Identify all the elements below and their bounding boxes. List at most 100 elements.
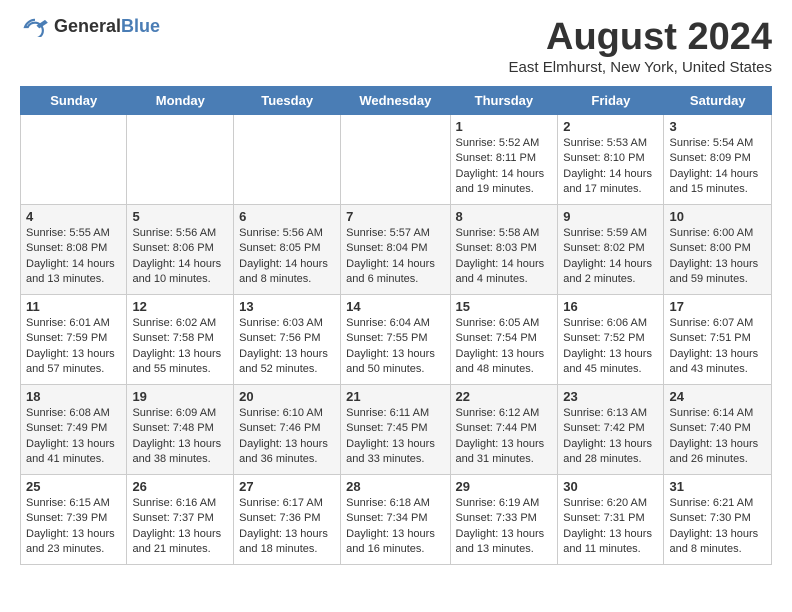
day-number: 26	[132, 479, 228, 494]
day-number: 24	[669, 389, 766, 404]
day-number: 14	[346, 299, 444, 314]
day-number: 2	[563, 119, 658, 134]
day-info: Sunrise: 5:57 AM Sunset: 8:04 PM Dayligh…	[346, 226, 444, 288]
day-info: Sunrise: 6:07 AM Sunset: 7:51 PM Dayligh…	[669, 316, 766, 378]
calendar-table: SundayMondayTuesdayWednesdayThursdayFrid…	[20, 86, 772, 565]
day-number: 25	[26, 479, 121, 494]
day-number: 5	[132, 209, 228, 224]
day-number: 28	[346, 479, 444, 494]
calendar-header-row: SundayMondayTuesdayWednesdayThursdayFrid…	[21, 87, 772, 115]
day-number: 19	[132, 389, 228, 404]
day-info: Sunrise: 6:21 AM Sunset: 7:30 PM Dayligh…	[669, 496, 766, 558]
calendar-week-row: 11 Sunrise: 6:01 AM Sunset: 7:59 PM Dayli…	[21, 295, 772, 385]
day-info: Sunrise: 6:01 AM Sunset: 7:59 PM Dayligh…	[26, 316, 121, 378]
calendar-cell: 12Sunrise: 6:02 AM Sunset: 7:58 PM Dayli…	[127, 295, 234, 385]
day-number: 10	[669, 209, 766, 224]
day-info: Sunrise: 6:05 AM Sunset: 7:54 PM Dayligh…	[456, 316, 553, 378]
day-info: Sunrise: 5:56 AM Sunset: 8:05 PM Dayligh…	[239, 226, 335, 288]
logo-blue-text: Blue	[121, 16, 160, 36]
day-info: Sunrise: 6:03 AM Sunset: 7:56 PM Dayligh…	[239, 316, 335, 378]
calendar-cell: 13 Sunrise: 6:03 AM Sunset: 7:56 PM Dayli…	[234, 295, 341, 385]
day-info: Sunrise: 5:58 AM Sunset: 8:03 PM Dayligh…	[456, 226, 553, 288]
calendar-cell: 3 Sunrise: 5:54 AM Sunset: 8:09 PM Daylig…	[664, 115, 772, 205]
day-info: Sunrise: 5:56 AM Sunset: 8:06 PM Dayligh…	[132, 226, 228, 288]
calendar-cell: 15Sunrise: 6:05 AM Sunset: 7:54 PM Dayli…	[450, 295, 558, 385]
day-info: Sunrise: 5:59 AM Sunset: 8:02 PM Dayligh…	[563, 226, 658, 288]
day-info: Sunrise: 6:00 AM Sunset: 8:00 PM Dayligh…	[669, 226, 766, 288]
day-number: 3	[669, 119, 766, 134]
day-info: Sunrise: 5:53 AM Sunset: 8:10 PM Dayligh…	[563, 136, 658, 198]
day-number: 1	[456, 119, 553, 134]
day-info: Sunrise: 6:18 AM Sunset: 7:34 PM Dayligh…	[346, 496, 444, 558]
day-number: 16	[563, 299, 658, 314]
calendar-cell: 4 Sunrise: 5:55 AM Sunset: 8:08 PM Daylig…	[21, 205, 127, 295]
calendar-cell: 10 Sunrise: 6:00 AM Sunset: 8:00 PM Dayli…	[664, 205, 772, 295]
calendar-cell: 5 Sunrise: 5:56 AM Sunset: 8:06 PM Daylig…	[127, 205, 234, 295]
day-info: Sunrise: 6:08 AM Sunset: 7:49 PM Dayligh…	[26, 406, 121, 468]
day-number: 4	[26, 209, 121, 224]
day-number: 20	[239, 389, 335, 404]
calendar-week-row: 18Sunrise: 6:08 AM Sunset: 7:49 PM Dayli…	[21, 385, 772, 475]
column-header-wednesday: Wednesday	[341, 87, 450, 115]
calendar-cell	[21, 115, 127, 205]
calendar-cell	[127, 115, 234, 205]
calendar-cell: 22 Sunrise: 6:12 AM Sunset: 7:44 PM Dayli…	[450, 385, 558, 475]
day-number: 8	[456, 209, 553, 224]
calendar-cell: 30 Sunrise: 6:20 AM Sunset: 7:31 PM Dayli…	[558, 475, 664, 565]
column-header-sunday: Sunday	[21, 87, 127, 115]
day-info: Sunrise: 6:09 AM Sunset: 7:48 PM Dayligh…	[132, 406, 228, 468]
column-header-tuesday: Tuesday	[234, 87, 341, 115]
column-header-thursday: Thursday	[450, 87, 558, 115]
calendar-cell: 2 Sunrise: 5:53 AM Sunset: 8:10 PM Daylig…	[558, 115, 664, 205]
day-number: 29	[456, 479, 553, 494]
day-number: 7	[346, 209, 444, 224]
column-header-monday: Monday	[127, 87, 234, 115]
calendar-cell: 21Sunrise: 6:11 AM Sunset: 7:45 PM Dayli…	[341, 385, 450, 475]
day-number: 27	[239, 479, 335, 494]
day-info: Sunrise: 6:16 AM Sunset: 7:37 PM Dayligh…	[132, 496, 228, 558]
calendar-cell: 6 Sunrise: 5:56 AM Sunset: 8:05 PM Daylig…	[234, 205, 341, 295]
calendar-week-row: 4 Sunrise: 5:55 AM Sunset: 8:08 PM Daylig…	[21, 205, 772, 295]
day-info: Sunrise: 6:04 AM Sunset: 7:55 PM Dayligh…	[346, 316, 444, 378]
day-number: 11	[26, 299, 121, 314]
calendar-cell	[234, 115, 341, 205]
day-info: Sunrise: 6:17 AM Sunset: 7:36 PM Dayligh…	[239, 496, 335, 558]
calendar-cell: 27 Sunrise: 6:17 AM Sunset: 7:36 PM Dayli…	[234, 475, 341, 565]
day-number: 17	[669, 299, 766, 314]
day-number: 30	[563, 479, 658, 494]
day-number: 23	[563, 389, 658, 404]
calendar-cell: 18Sunrise: 6:08 AM Sunset: 7:49 PM Dayli…	[21, 385, 127, 475]
day-info: Sunrise: 6:11 AM Sunset: 7:45 PM Dayligh…	[346, 406, 444, 468]
logo: GeneralBlue	[20, 16, 160, 37]
calendar-cell: 9 Sunrise: 5:59 AM Sunset: 8:02 PM Daylig…	[558, 205, 664, 295]
calendar-cell: 25Sunrise: 6:15 AM Sunset: 7:39 PM Dayli…	[21, 475, 127, 565]
calendar-cell: 26 Sunrise: 6:16 AM Sunset: 7:37 PM Dayli…	[127, 475, 234, 565]
calendar-cell: 7 Sunrise: 5:57 AM Sunset: 8:04 PM Daylig…	[341, 205, 450, 295]
calendar-cell: 20 Sunrise: 6:10 AM Sunset: 7:46 PM Dayli…	[234, 385, 341, 475]
day-info: Sunrise: 6:19 AM Sunset: 7:33 PM Dayligh…	[456, 496, 553, 558]
day-info: Sunrise: 6:12 AM Sunset: 7:44 PM Dayligh…	[456, 406, 553, 468]
day-info: Sunrise: 6:20 AM Sunset: 7:31 PM Dayligh…	[563, 496, 658, 558]
day-number: 13	[239, 299, 335, 314]
day-info: Sunrise: 5:52 AM Sunset: 8:11 PM Dayligh…	[456, 136, 553, 198]
page-header: GeneralBlue August 2024 East Elmhurst, N…	[20, 16, 772, 76]
calendar-cell	[341, 115, 450, 205]
day-info: Sunrise: 6:13 AM Sunset: 7:42 PM Dayligh…	[563, 406, 658, 468]
calendar-cell: 31 Sunrise: 6:21 AM Sunset: 7:30 PM Dayli…	[664, 475, 772, 565]
day-number: 31	[669, 479, 766, 494]
day-info: Sunrise: 6:10 AM Sunset: 7:46 PM Dayligh…	[239, 406, 335, 468]
day-number: 9	[563, 209, 658, 224]
day-number: 22	[456, 389, 553, 404]
day-info: Sunrise: 5:54 AM Sunset: 8:09 PM Dayligh…	[669, 136, 766, 198]
calendar-cell: 28 Sunrise: 6:18 AM Sunset: 7:34 PM Dayli…	[341, 475, 450, 565]
day-number: 6	[239, 209, 335, 224]
calendar-cell: 11 Sunrise: 6:01 AM Sunset: 7:59 PM Dayli…	[21, 295, 127, 385]
calendar-cell: 16 Sunrise: 6:06 AM Sunset: 7:52 PM Dayli…	[558, 295, 664, 385]
calendar-cell: 8 Sunrise: 5:58 AM Sunset: 8:03 PM Daylig…	[450, 205, 558, 295]
calendar-week-row: 1 Sunrise: 5:52 AM Sunset: 8:11 PM Daylig…	[21, 115, 772, 205]
day-info: Sunrise: 5:55 AM Sunset: 8:08 PM Dayligh…	[26, 226, 121, 288]
day-info: Sunrise: 6:02 AM Sunset: 7:58 PM Dayligh…	[132, 316, 228, 378]
logo-general-text: General	[54, 16, 121, 36]
day-info: Sunrise: 6:06 AM Sunset: 7:52 PM Dayligh…	[563, 316, 658, 378]
column-header-friday: Friday	[558, 87, 664, 115]
